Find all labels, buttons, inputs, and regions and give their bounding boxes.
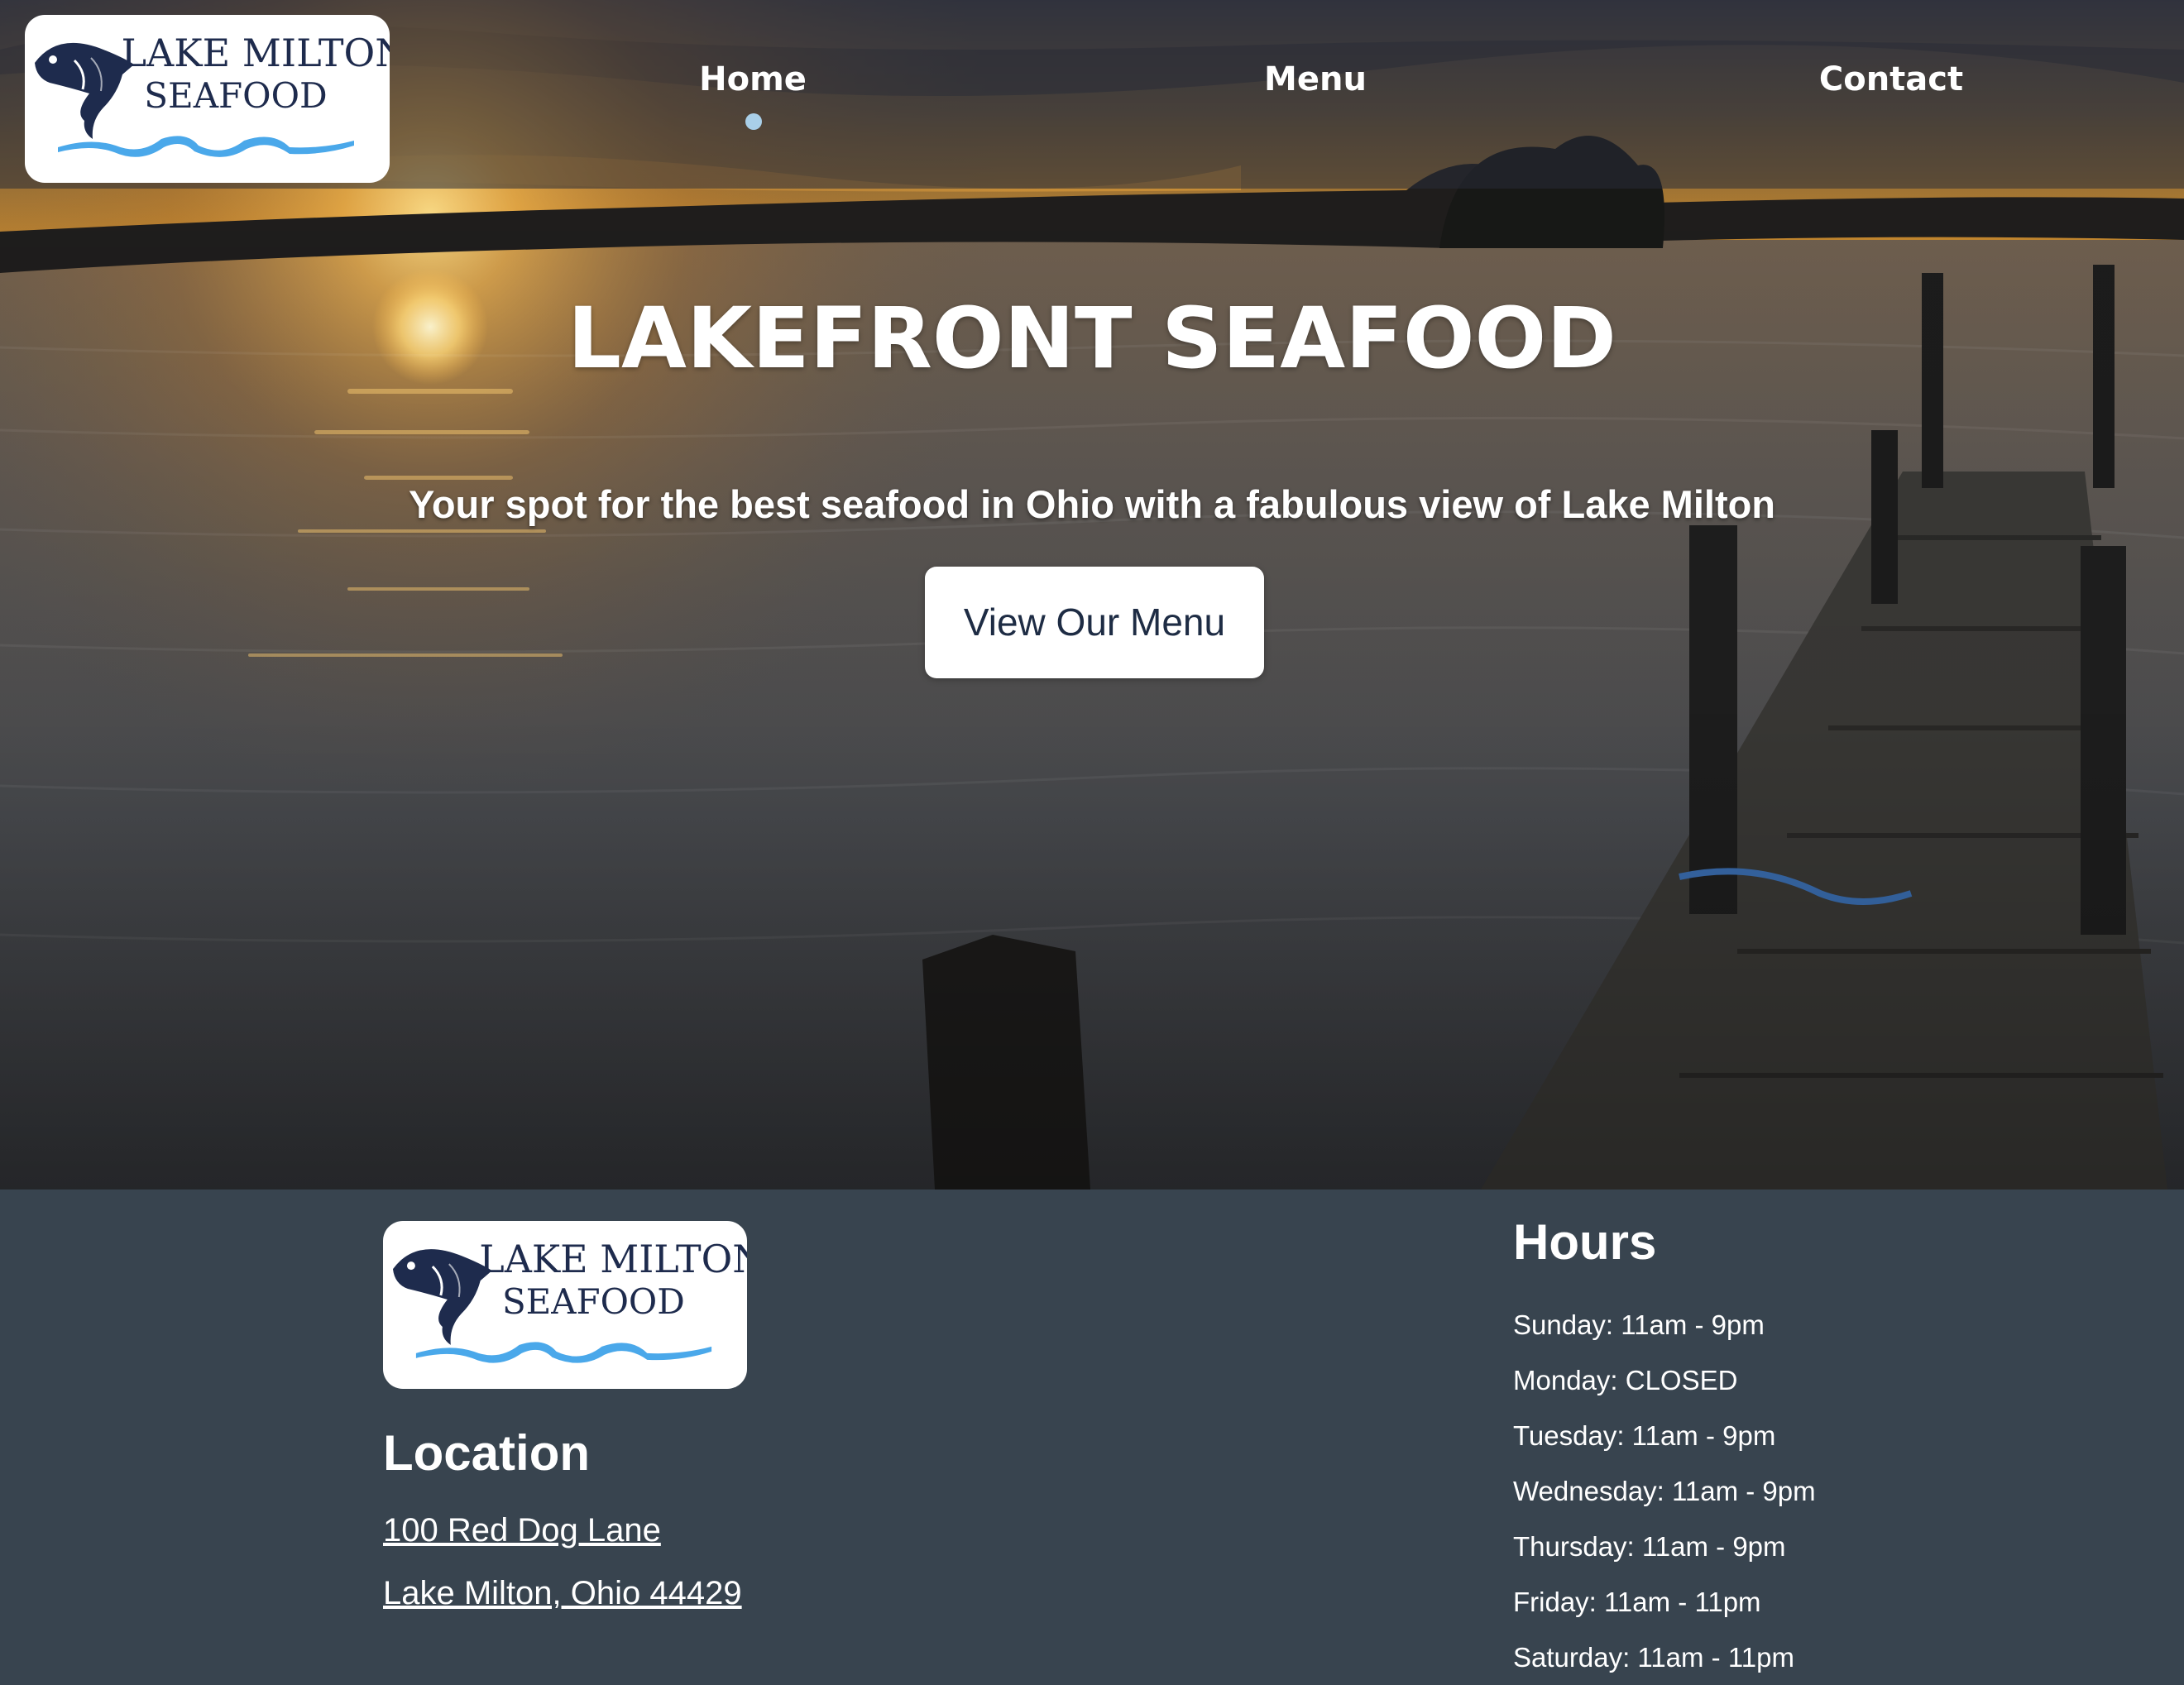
- footer: LAKE MILTON SEAFOOD Location 100 Red Dog…: [0, 1190, 2184, 1679]
- hours-thursday: Thursday: 11am - 9pm: [1513, 1531, 1786, 1562]
- fish-icon: [392, 1249, 492, 1345]
- fish-icon: [35, 42, 134, 139]
- nav-active-indicator: [745, 113, 762, 130]
- nav-home-link[interactable]: Home: [654, 55, 852, 104]
- address-line-1-link[interactable]: 100 Red Dog Lane: [383, 1509, 661, 1552]
- svg-text:SEAFOOD: SEAFOOD: [144, 75, 327, 116]
- hero-section: LAKE MILTON SEAFOOD Home Menu Contact LA…: [0, 0, 2184, 1190]
- top-navigation-bar: LAKE MILTON SEAFOOD Home Menu Contact: [0, 0, 2184, 189]
- nav-menu-link[interactable]: Menu: [1216, 55, 1415, 104]
- nav-contact-link[interactable]: Contact: [1792, 55, 1990, 104]
- hours-list: Sunday: 11am - 9pm Monday: CLOSED Tuesda…: [1513, 1297, 1816, 1685]
- hours-tuesday: Tuesday: 11am - 9pm: [1513, 1420, 1776, 1451]
- location-heading: Location: [383, 1425, 590, 1481]
- header-logo[interactable]: LAKE MILTON SEAFOOD: [25, 15, 390, 183]
- view-menu-button[interactable]: View Our Menu: [925, 567, 1264, 678]
- footer-logo[interactable]: LAKE MILTON SEAFOOD: [383, 1221, 747, 1389]
- hero-subtitle: Your spot for the best seafood in Ohio w…: [408, 482, 1776, 526]
- address-line-2-link[interactable]: Lake Milton, Ohio 44429: [383, 1572, 742, 1615]
- hours-monday: Monday: CLOSED: [1513, 1365, 1738, 1395]
- svg-text:SEAFOOD: SEAFOOD: [502, 1281, 685, 1322]
- hero-title: LAKEFRONT SEAFOOD: [568, 290, 1616, 388]
- hours-saturday: Saturday: 11am - 11pm: [1513, 1642, 1794, 1673]
- hours-friday: Friday: 11am - 11pm: [1513, 1587, 1761, 1617]
- svg-text:LAKE MILTON: LAKE MILTON: [479, 1237, 747, 1281]
- hours-heading: Hours: [1513, 1214, 1657, 1270]
- svg-text:LAKE MILTON: LAKE MILTON: [121, 31, 390, 75]
- hours-wednesday: Wednesday: 11am - 9pm: [1513, 1476, 1816, 1506]
- hours-sunday: Sunday: 11am - 9pm: [1513, 1309, 1765, 1340]
